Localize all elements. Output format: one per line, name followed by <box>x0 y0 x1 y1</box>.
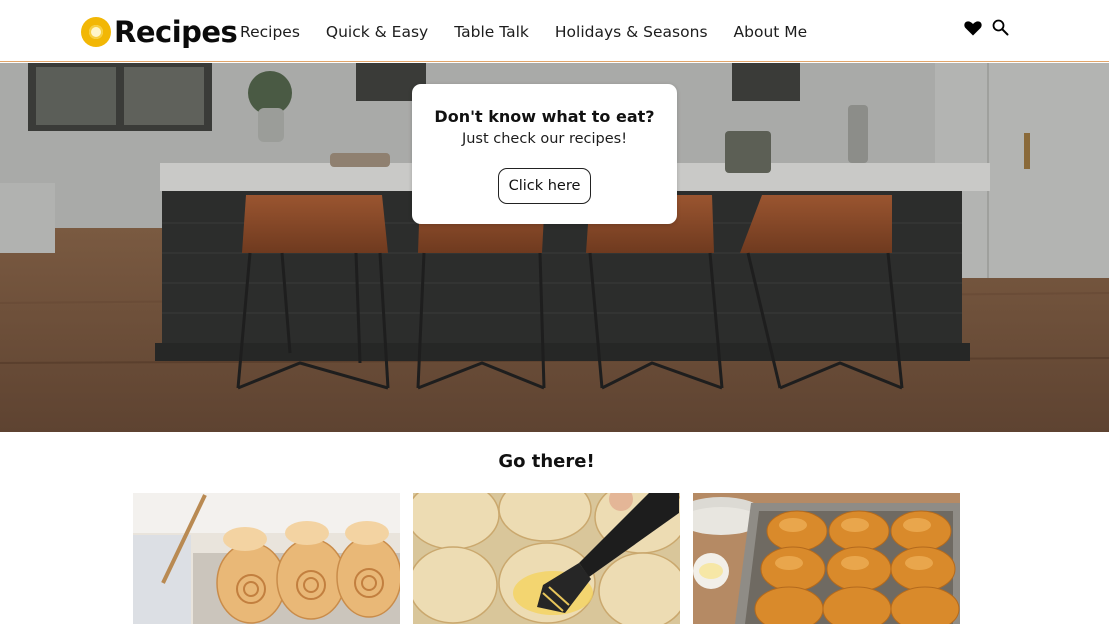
promo-title: Don't know what to eat? <box>434 107 655 126</box>
promo-subtitle: Just check our recipes! <box>461 131 628 147</box>
magnifier-icon[interactable] <box>991 18 1011 38</box>
promo-card: Don't know what to eat? Just check our r… <box>412 84 677 224</box>
site-header: Recipes Recipes Quick & Easy Table Talk … <box>0 0 1109 62</box>
heart-icon[interactable] <box>963 18 983 38</box>
nav-item-recipes[interactable]: Recipes <box>240 21 300 43</box>
yellow-ring-logo-icon <box>81 17 111 47</box>
recipe-card[interactable] <box>693 493 960 624</box>
site-logo-text: Recipes <box>114 15 238 49</box>
swirl-bread-rolls-photo <box>133 493 400 624</box>
section-title: Go there! <box>498 451 595 472</box>
main-nav: Recipes Quick & Easy Table Talk Holidays… <box>240 21 833 43</box>
nav-item-table-talk[interactable]: Table Talk <box>454 21 529 43</box>
click-here-button[interactable]: Click here <box>497 168 592 204</box>
recipe-card[interactable] <box>133 493 400 624</box>
nav-item-about-me[interactable]: About Me <box>734 21 808 43</box>
baked-dinner-rolls-pan-photo <box>693 493 960 624</box>
recipe-card[interactable] <box>413 493 680 624</box>
butter-brushed-dough-rolls-photo <box>413 493 680 624</box>
site-logo[interactable]: Recipes <box>81 14 238 50</box>
nav-item-holidays-seasons[interactable]: Holidays & Seasons <box>555 21 708 43</box>
nav-item-quick-easy[interactable]: Quick & Easy <box>326 21 428 43</box>
header-actions <box>963 18 1011 38</box>
hero-banner: Don't know what to eat? Just check our r… <box>0 63 1109 432</box>
